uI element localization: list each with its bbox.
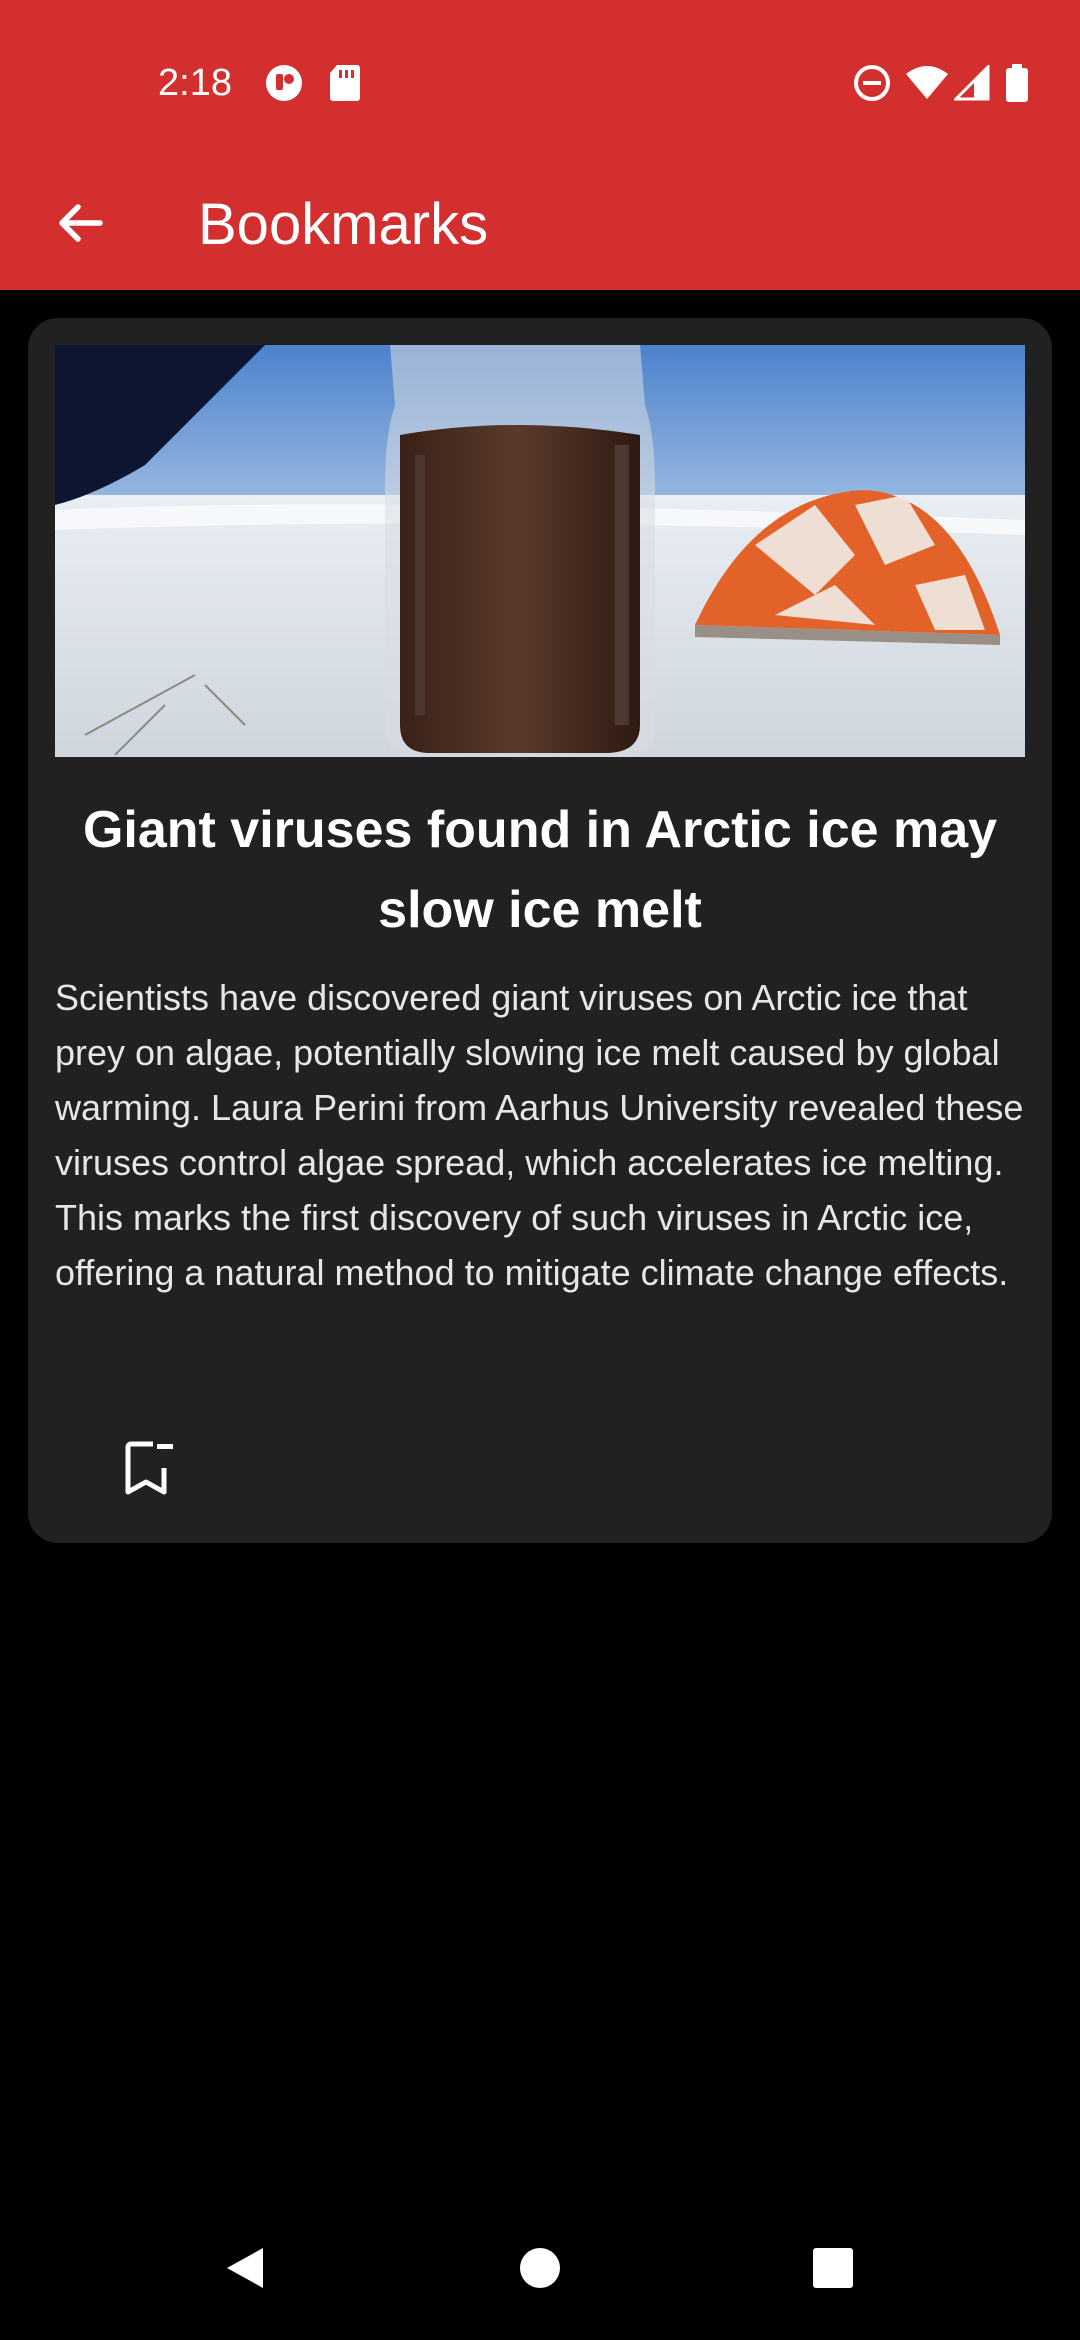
nav-home-button[interactable]: [470, 2200, 610, 2340]
arrow-left-icon: [54, 197, 106, 254]
wifi-icon: [905, 58, 949, 108]
back-button[interactable]: [40, 180, 120, 270]
remove-bookmark-button[interactable]: [88, 1408, 212, 1532]
status-time: 2:18: [158, 62, 232, 104]
status-bar: 2:18: [0, 0, 1080, 160]
do-not-disturb-icon: [850, 58, 894, 108]
back-triangle-icon: [223, 2244, 267, 2297]
home-circle-icon: [518, 2246, 562, 2295]
cell-signal-icon: [950, 58, 994, 108]
battery-icon: [995, 58, 1039, 108]
bookmark-card[interactable]: Giant viruses found in Arctic ice may sl…: [28, 318, 1052, 1543]
bookmark-remove-icon: [123, 1438, 177, 1503]
app-bar: Bookmarks: [0, 160, 1080, 290]
sd-card-icon: [323, 58, 367, 108]
notification-app-icon: [262, 58, 306, 108]
system-nav-bar: [0, 2200, 1080, 2340]
nav-back-button[interactable]: [175, 2200, 315, 2340]
page-title: Bookmarks: [198, 192, 489, 257]
article-image[interactable]: [55, 345, 1025, 757]
article-summary: Scientists have discovered giant viruses…: [55, 977, 1024, 1293]
article-title[interactable]: Giant viruses found in Arctic ice may sl…: [68, 790, 1012, 950]
nav-recents-button[interactable]: [763, 2200, 903, 2340]
recents-square-icon: [811, 2246, 855, 2295]
